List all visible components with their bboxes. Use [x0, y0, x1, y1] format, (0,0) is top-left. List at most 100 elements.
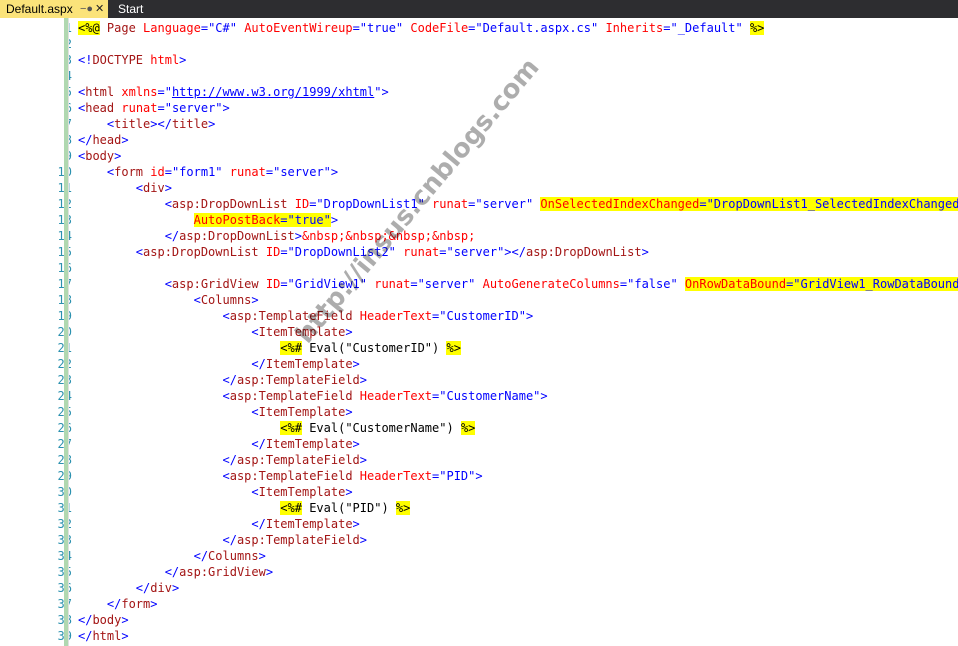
- code-line[interactable]: <asp:DropDownList ID="DropDownList1" run…: [78, 196, 958, 212]
- code-token: HeaderText: [359, 309, 433, 323]
- code-line[interactable]: <head runat="server">: [78, 100, 230, 116]
- code-token: ItemTemplate: [265, 357, 353, 371]
- code-token: ItemTemplate: [258, 325, 346, 339]
- code-token: <: [78, 245, 144, 259]
- code-line[interactable]: AutoPostBack="true">: [78, 212, 338, 228]
- code-token: ="PID">: [432, 469, 483, 483]
- close-icon[interactable]: ✕: [95, 0, 104, 18]
- code-token: <%@: [78, 21, 100, 35]
- code-token: <: [78, 197, 172, 211]
- code-line[interactable]: <asp:TemplateField HeaderText="CustomerN…: [78, 388, 548, 404]
- code-line[interactable]: </asp:DropDownList>&nbsp;&nbsp;&nbsp;&nb…: [78, 228, 476, 244]
- code-token: ItemTemplate: [265, 517, 353, 531]
- code-line[interactable]: <%# Eval("CustomerID") %>: [78, 340, 461, 356]
- code-line[interactable]: <ItemTemplate>: [78, 324, 352, 340]
- code-line[interactable]: </asp:TemplateField>: [78, 532, 367, 548]
- code-token: asp:TemplateField: [236, 533, 360, 547]
- code-line[interactable]: </head>: [78, 132, 129, 148]
- code-token: ="server">: [265, 165, 339, 179]
- code-token: div: [150, 581, 172, 595]
- code-token: div: [143, 181, 165, 195]
- code-line[interactable]: </body>: [78, 612, 129, 628]
- code-line[interactable]: <ItemTemplate>: [78, 404, 352, 420]
- code-line[interactable]: </ItemTemplate>: [78, 516, 359, 532]
- code-token: </: [78, 357, 266, 371]
- pin-icon[interactable]: −●: [80, 0, 93, 18]
- code-token: ="_Default": [663, 21, 750, 35]
- code-line[interactable]: <asp:TemplateField HeaderText="PID">: [78, 468, 483, 484]
- code-line[interactable]: </form>: [78, 596, 158, 612]
- code-token: Eval("CustomerID"): [301, 341, 447, 355]
- code-token: >: [641, 245, 649, 259]
- code-line[interactable]: <%# Eval("CustomerName") %>: [78, 420, 476, 436]
- code-line[interactable]: <%# Eval("PID") %>: [78, 500, 411, 516]
- code-token: body: [92, 613, 122, 627]
- code-token: <: [78, 181, 144, 195]
- code-token: runat: [229, 165, 266, 179]
- code-line[interactable]: <div>: [78, 180, 172, 196]
- code-token: >: [179, 53, 187, 67]
- code-token: >: [121, 613, 129, 627]
- tab-start-page[interactable]: Start Page: [112, 0, 178, 34]
- code-line[interactable]: </html>: [78, 628, 129, 644]
- tab-default-aspx[interactable]: Default.aspx −● ✕: [0, 0, 108, 18]
- code-token: form: [121, 597, 151, 611]
- code-token: html: [92, 629, 122, 643]
- code-token: id: [150, 165, 165, 179]
- code-token: </: [78, 613, 93, 627]
- code-token: asp:DropDownList: [143, 245, 259, 259]
- code-token: asp:TemplateField: [229, 389, 353, 403]
- code-line[interactable]: <html xmlns="http://www.w3.org/1999/xhtm…: [78, 84, 389, 100]
- code-token[interactable]: http://www.w3.org/1999/xhtml: [172, 85, 374, 99]
- code-token: asp:DropDownList: [525, 245, 642, 259]
- code-line[interactable]: </asp:GridView>: [78, 564, 273, 580]
- code-line[interactable]: <title></title>: [78, 116, 215, 132]
- code-area[interactable]: <%@ Page Language="C#" AutoEventWireup="…: [78, 18, 958, 646]
- code-token: asp:GridView: [171, 277, 259, 291]
- code-line[interactable]: </ItemTemplate>: [78, 356, 359, 372]
- code-token: Eval("PID"): [301, 501, 396, 515]
- code-line[interactable]: </asp:TemplateField>: [78, 452, 367, 468]
- code-token: Columns: [208, 549, 259, 563]
- code-line[interactable]: <!DOCTYPE html>: [78, 52, 186, 68]
- code-token: <: [78, 293, 201, 307]
- code-line[interactable]: </Columns>: [78, 548, 266, 564]
- code-token: >: [345, 485, 353, 499]
- code-line[interactable]: </div>: [78, 580, 179, 596]
- code-token: >: [251, 293, 259, 307]
- code-editor[interactable]: 1234567891011121314151617181920212223242…: [0, 18, 958, 646]
- code-line[interactable]: <asp:DropDownList ID="DropDownList2" run…: [78, 244, 649, 260]
- code-token: >: [359, 373, 368, 387]
- code-token: runat: [403, 245, 440, 259]
- code-token: <%#: [280, 341, 302, 355]
- code-token: Page: [99, 21, 144, 35]
- code-token: ID: [294, 197, 310, 211]
- code-token: </: [78, 597, 122, 611]
- code-line[interactable]: <form id="form1" runat="server">: [78, 164, 338, 180]
- code-token: </: [78, 629, 93, 643]
- code-token: AutoGenerateColumns: [482, 277, 620, 291]
- code-token: >: [294, 229, 302, 243]
- code-line[interactable]: <ItemTemplate>: [78, 484, 353, 500]
- code-token: HeaderText: [359, 469, 433, 483]
- code-line[interactable]: <Columns>: [78, 292, 259, 308]
- code-token: ="CustomerName">: [432, 389, 548, 403]
- code-token: ID: [265, 277, 281, 291]
- code-line[interactable]: <asp:TemplateField HeaderText="CustomerI…: [78, 308, 533, 324]
- code-token: >: [171, 581, 180, 595]
- code-token: OnRowDataBound: [684, 277, 787, 291]
- code-line[interactable]: </asp:TemplateField>: [78, 372, 367, 388]
- code-token: ="DropDownList2": [280, 245, 404, 259]
- code-token: ItemTemplate: [258, 405, 346, 419]
- code-line[interactable]: <asp:GridView ID="GridView1" runat="serv…: [78, 276, 958, 292]
- code-token: <: [78, 485, 259, 499]
- code-token: ="GridView1": [280, 277, 375, 291]
- code-line[interactable]: <body>: [78, 148, 121, 164]
- code-line[interactable]: </ItemTemplate>: [78, 436, 359, 452]
- code-token: AutoPostBack: [193, 213, 281, 227]
- code-token: </: [78, 453, 237, 467]
- code-line[interactable]: <%@ Page Language="C#" AutoEventWireup="…: [78, 20, 765, 36]
- code-token: >: [164, 181, 172, 195]
